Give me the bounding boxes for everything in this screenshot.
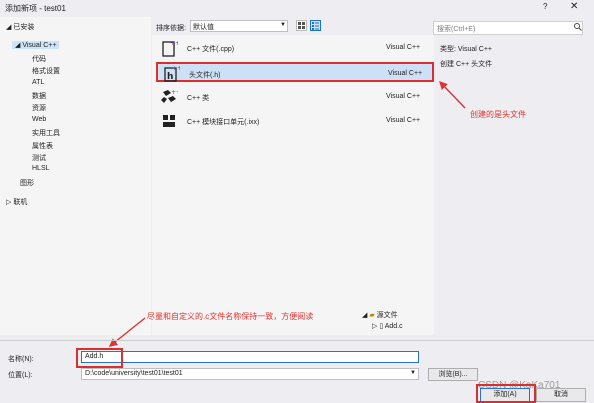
name-highlight-box <box>76 348 123 368</box>
name-label: 名称(N): <box>8 356 34 363</box>
name-field[interactable] <box>81 351 419 363</box>
cancel-button[interactable]: 取消 <box>536 388 586 402</box>
browse-button[interactable]: 浏览(B)... <box>428 368 478 381</box>
location-label: 位置(L): <box>8 372 33 379</box>
location-value: D:\code\university\test01\test01 <box>85 370 183 377</box>
annotation-header: 创建的是头文件 <box>470 110 526 119</box>
divider <box>0 340 594 341</box>
annotation-naming: 尽量和自定义的.c文件名称保持一致，方便阅读 <box>147 312 314 321</box>
annotation-arrows <box>108 80 466 347</box>
chevron-down-icon[interactable]: ▼ <box>410 370 416 376</box>
add-highlight-box <box>476 384 536 403</box>
